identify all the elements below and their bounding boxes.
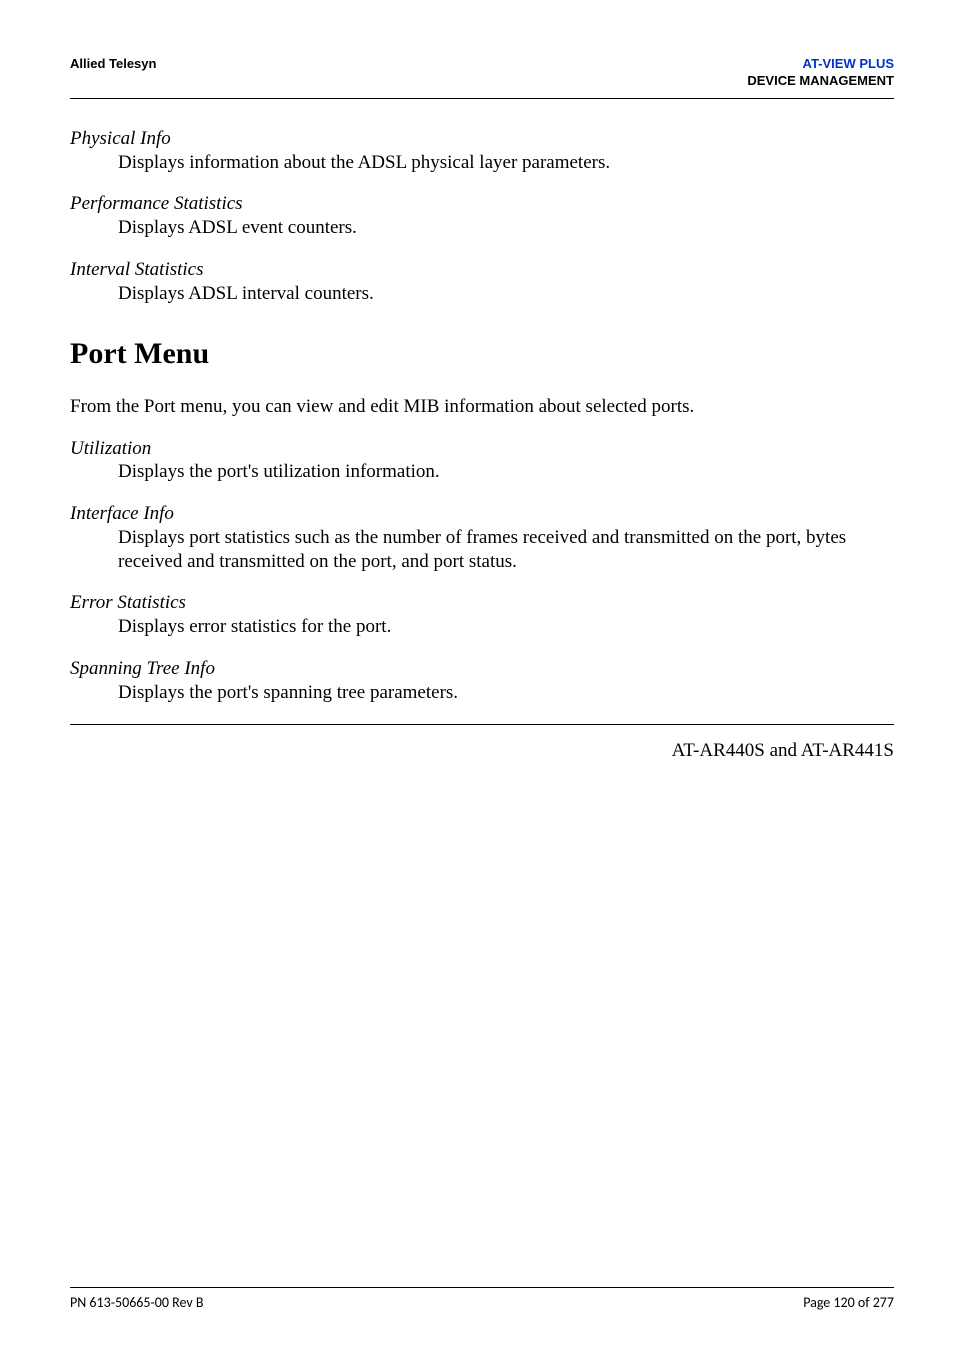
- desc: Displays ADSL event counters.: [70, 216, 894, 240]
- footer-right: Page 120 of 277: [803, 1294, 894, 1311]
- section-heading-port-menu: Port Menu: [70, 335, 894, 373]
- header-left: Allied Telesyn: [70, 56, 156, 71]
- footer-left: PN 613-50665-00 Rev B: [70, 1294, 204, 1311]
- term: Physical Info: [70, 127, 894, 151]
- desc: Displays the port's utilization informat…: [70, 460, 894, 484]
- desc: Displays the port's spanning tree parame…: [70, 681, 894, 705]
- page-footer: PN 613-50665-00 Rev B Page 120 of 277: [70, 1287, 894, 1311]
- term: Interface Info: [70, 502, 894, 526]
- term: Error Statistics: [70, 591, 894, 615]
- model-line: AT-AR440S and AT-AR441S: [70, 739, 894, 763]
- desc: Displays information about the ADSL phys…: [70, 151, 894, 175]
- header-right: AT-VIEW PLUS DEVICE MANAGEMENT: [747, 56, 894, 90]
- header-subtitle: DEVICE MANAGEMENT: [747, 73, 894, 88]
- def-error-statistics: Error Statistics Displays error statisti…: [70, 591, 894, 639]
- def-physical-info: Physical Info Displays information about…: [70, 127, 894, 175]
- section-intro: From the Port menu, you can view and edi…: [70, 395, 894, 419]
- def-interface-info: Interface Info Displays port statistics …: [70, 502, 894, 573]
- def-interval-statistics: Interval Statistics Displays ADSL interv…: [70, 258, 894, 306]
- desc: Displays ADSL interval counters.: [70, 282, 894, 306]
- term: Spanning Tree Info: [70, 657, 894, 681]
- def-spanning-tree-info: Spanning Tree Info Displays the port's s…: [70, 657, 894, 705]
- def-utilization: Utilization Displays the port's utilizat…: [70, 437, 894, 485]
- term: Utilization: [70, 437, 894, 461]
- header-rule: [70, 98, 894, 99]
- def-performance-statistics: Performance Statistics Displays ADSL eve…: [70, 192, 894, 240]
- section-divider: [70, 724, 894, 725]
- term: Interval Statistics: [70, 258, 894, 282]
- footer-rule: [70, 1287, 894, 1288]
- body-content: Physical Info Displays information about…: [70, 127, 894, 763]
- page-header: Allied Telesyn AT-VIEW PLUS DEVICE MANAG…: [70, 56, 894, 96]
- header-product: AT-VIEW PLUS: [803, 56, 894, 71]
- desc: Displays port statistics such as the num…: [70, 526, 894, 574]
- term: Performance Statistics: [70, 192, 894, 216]
- desc: Displays error statistics for the port.: [70, 615, 894, 639]
